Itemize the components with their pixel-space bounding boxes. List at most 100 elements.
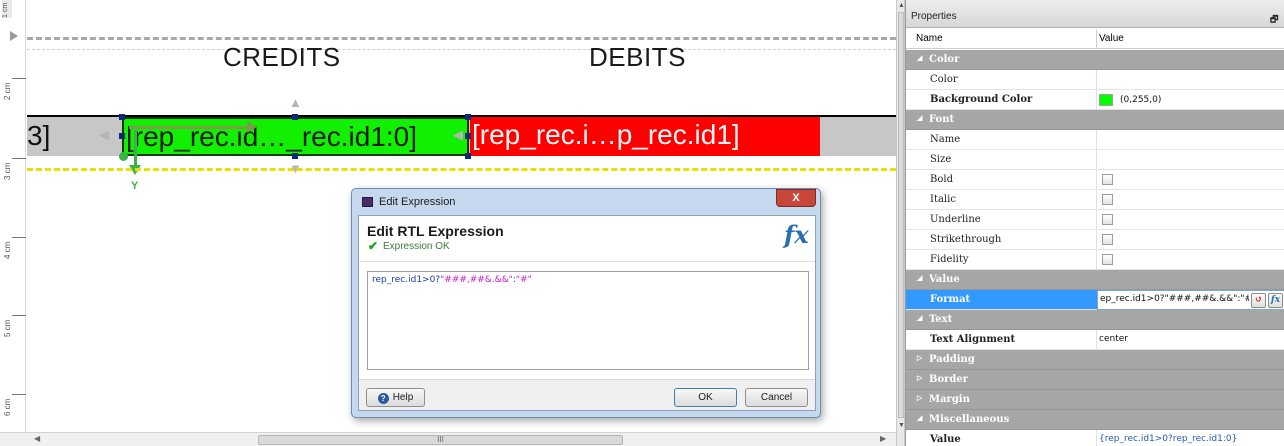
- expression-editor[interactable]: rep_rec.id1>0?"###,##&.&&":"#": [367, 271, 809, 370]
- separator: [1096, 190, 1097, 210]
- horizontal-scrollbar[interactable]: ◀ III ▶: [0, 432, 896, 446]
- ruler-label-2cm: 2 cm: [3, 82, 12, 100]
- header-credits[interactable]: CREDITS: [223, 42, 341, 73]
- collapse-icon[interactable]: ◢: [917, 314, 922, 322]
- edit-expression-dialog: Edit Expression X Edit RTL Expression ✔ …: [351, 188, 821, 418]
- column-separator[interactable]: [1096, 29, 1097, 49]
- property-font-name[interactable]: Name: [906, 130, 1284, 150]
- property-value[interactable]: Value {rep_rec.id1>0?rep_rec.id1:0}: [906, 430, 1284, 446]
- cancel-button[interactable]: Cancel: [745, 388, 808, 407]
- resize-handle-se[interactable]: [465, 153, 471, 159]
- property-underline[interactable]: Underline: [906, 210, 1284, 230]
- fx-icon[interactable]: fx: [1268, 293, 1283, 308]
- header-debits[interactable]: DEBITS: [589, 42, 686, 73]
- scroll-down-icon[interactable]: ▼: [898, 422, 905, 429]
- move-left-arrow-icon[interactable]: ◀: [99, 128, 109, 141]
- collapse-icon[interactable]: ◢: [917, 414, 922, 422]
- scroll-up-icon[interactable]: ▲: [898, 2, 905, 9]
- fx-icon: fx: [784, 220, 809, 249]
- resize-handle-nw[interactable]: [119, 114, 125, 120]
- expand-icon[interactable]: ▷: [917, 354, 922, 362]
- property-value[interactable]: center: [1099, 334, 1128, 344]
- property-name: Name: [930, 134, 961, 145]
- category-text[interactable]: ◢ Text: [906, 310, 1284, 330]
- scrollbar-thumb[interactable]: III: [258, 435, 623, 445]
- ruler-tick: [12, 78, 26, 79]
- fidelity-checkbox[interactable]: [1102, 254, 1113, 265]
- resize-handle-s[interactable]: [292, 153, 298, 159]
- scroll-left-icon[interactable]: ◀: [34, 434, 40, 443]
- scroll-right-icon[interactable]: ▶: [880, 434, 886, 443]
- ruler-label-3cm: 3 cm: [3, 162, 12, 180]
- ok-button[interactable]: OK: [674, 388, 737, 407]
- property-name: Fidelity: [930, 254, 969, 265]
- italic-checkbox[interactable]: [1102, 194, 1113, 205]
- column-name-header[interactable]: Name: [916, 33, 943, 44]
- band-boundary-yellow[interactable]: [27, 168, 896, 171]
- property-bold[interactable]: Bold: [906, 170, 1284, 190]
- bold-checkbox[interactable]: [1102, 174, 1113, 185]
- category-font[interactable]: ◢ Font: [906, 110, 1284, 130]
- category-margin[interactable]: ▷ Margin: [906, 390, 1284, 410]
- dialog-titlebar[interactable]: Edit Expression X: [352, 189, 820, 215]
- ruler-tick: [12, 394, 26, 395]
- left-field-fragment[interactable]: 3]: [27, 120, 50, 152]
- collapse-icon[interactable]: ◢: [917, 54, 922, 62]
- collapse-icon[interactable]: ◢: [917, 274, 922, 282]
- ruler-marker-icon[interactable]: [10, 31, 18, 41]
- separator: [1096, 250, 1097, 270]
- debits-field[interactable]: [rep_rec.i…p_rec.id1]: [470, 117, 820, 156]
- property-strikethrough[interactable]: Strikethrough: [906, 230, 1284, 250]
- properties-column-header: Name Value: [906, 29, 1284, 49]
- property-value[interactable]: (0,255,0): [1120, 95, 1161, 105]
- help-button-label: Help: [392, 392, 414, 403]
- ruler-tick: [12, 158, 26, 159]
- property-format[interactable]: Format ep_rec.id1>0?"###,##&.&&":"#" ↺ f…: [906, 290, 1284, 310]
- property-size[interactable]: Size: [906, 150, 1284, 170]
- vertical-scrollbar[interactable]: ▲ ▼: [896, 0, 905, 446]
- ruler-label-1cm: 1 cm: [2, 0, 12, 18]
- property-fidelity[interactable]: Fidelity: [906, 250, 1284, 270]
- property-value-expression[interactable]: {rep_rec.id1>0?rep_rec.id1:0}: [1099, 434, 1237, 444]
- expand-icon[interactable]: ▷: [917, 394, 922, 402]
- resize-handle-e[interactable]: [465, 133, 471, 139]
- restore-window-icon[interactable]: 🗗: [1270, 12, 1278, 28]
- category-miscellaneous[interactable]: ◢ Miscellaneous: [906, 410, 1284, 430]
- property-italic[interactable]: Italic: [906, 190, 1284, 210]
- close-button[interactable]: X: [776, 189, 816, 207]
- properties-titlebar: Properties 🗗: [906, 0, 1284, 28]
- underline-checkbox[interactable]: [1102, 214, 1113, 225]
- category-color[interactable]: ◢ Color: [906, 50, 1284, 70]
- dialog-body: Edit RTL Expression ✔ Expression OK fx r…: [358, 215, 816, 411]
- credits-field-selected[interactable]: [rep_rec.id…_rec.id1:0]: [122, 117, 469, 156]
- property-name: Value: [930, 434, 961, 445]
- property-name: Italic: [930, 194, 956, 205]
- reset-icon[interactable]: ↺: [1251, 293, 1266, 308]
- category-padding[interactable]: ▷ Padding: [906, 350, 1284, 370]
- expand-icon[interactable]: ▷: [917, 374, 922, 382]
- strikethrough-checkbox[interactable]: [1102, 234, 1113, 245]
- category-value[interactable]: ◢ Value: [906, 270, 1284, 290]
- format-value-editor[interactable]: ep_rec.id1>0?"###,##&.&&":"#" ↺ fx: [1097, 290, 1284, 310]
- column-value-header[interactable]: Value: [1099, 33, 1124, 44]
- property-background-color[interactable]: Background Color (0,255,0): [906, 90, 1284, 110]
- origin-point-icon[interactable]: [119, 152, 128, 161]
- app-icon: [362, 197, 373, 207]
- property-name: Bold: [930, 174, 953, 185]
- resize-handle-w[interactable]: [119, 133, 125, 139]
- resize-handle-n[interactable]: [292, 114, 298, 120]
- resize-handle-ne[interactable]: [465, 114, 471, 120]
- color-swatch[interactable]: [1099, 94, 1113, 106]
- vertical-scrollbar-thumb[interactable]: [898, 12, 904, 418]
- category-label: Border: [929, 374, 969, 385]
- help-button[interactable]: ? Help: [366, 388, 425, 407]
- property-color[interactable]: Color: [906, 70, 1284, 90]
- category-border[interactable]: ▷ Border: [906, 370, 1284, 390]
- band-separator[interactable]: [27, 37, 896, 40]
- collapse-icon[interactable]: ◢: [917, 114, 922, 122]
- property-text-alignment[interactable]: Text Alignment center: [906, 330, 1284, 350]
- move-right-arrow-icon[interactable]: ◀: [453, 128, 463, 141]
- ruler-label-6cm: 6 cm: [3, 398, 12, 416]
- format-value-text[interactable]: ep_rec.id1>0?"###,##&.&&":"#": [1100, 294, 1249, 304]
- move-up-arrow-icon[interactable]: ▲: [289, 96, 302, 109]
